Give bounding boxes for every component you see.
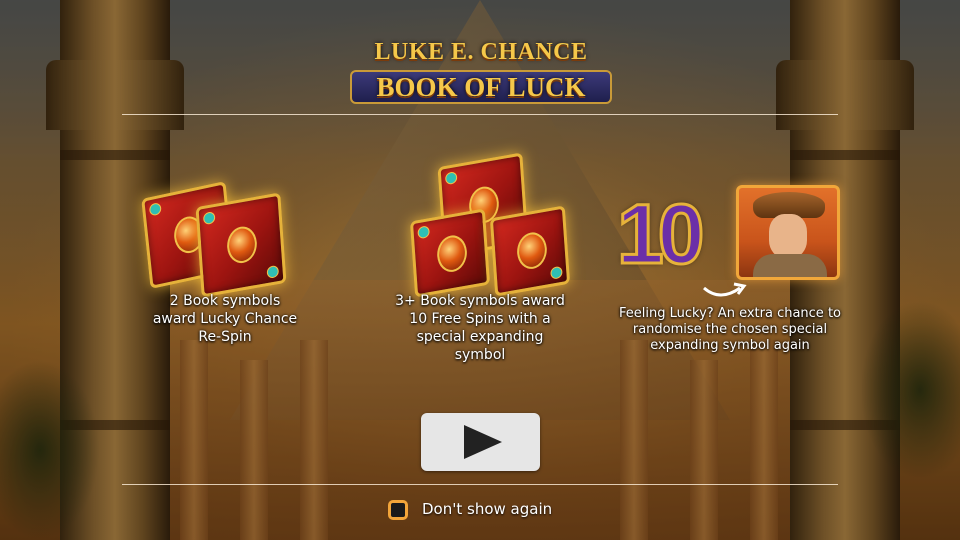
feature-lucky-respin-text: 2 Book symbols award Lucky Chance Re-Spi… [152,293,298,345]
top-divider [122,114,838,115]
game-logo: LUKE E. CHANCE BOOK OF LUCK [350,40,612,104]
explorer-portrait-icon [736,185,840,280]
logo-title-line1: LUKE E. CHANCE [374,39,588,65]
curved-arrow-icon [703,282,747,297]
game-info-screen: LUKE E. CHANCE BOOK OF LUCK 2 Book symbo… [0,0,960,540]
feature-free-spins-text: 3+ Book symbols award 10 Free Spins with… [395,293,565,363]
free-spins-count: 10 [616,187,706,282]
dont-show-again-label[interactable]: Don't show again [422,499,552,519]
play-icon [464,425,502,459]
dont-show-again-checkbox[interactable] [388,500,408,520]
logo-title-line2: BOOK OF LUCK [376,72,586,102]
play-button[interactable] [421,413,540,471]
feature-feeling-lucky-text: Feeling Lucky? An extra chance to random… [619,306,841,353]
bottom-divider [122,484,838,485]
